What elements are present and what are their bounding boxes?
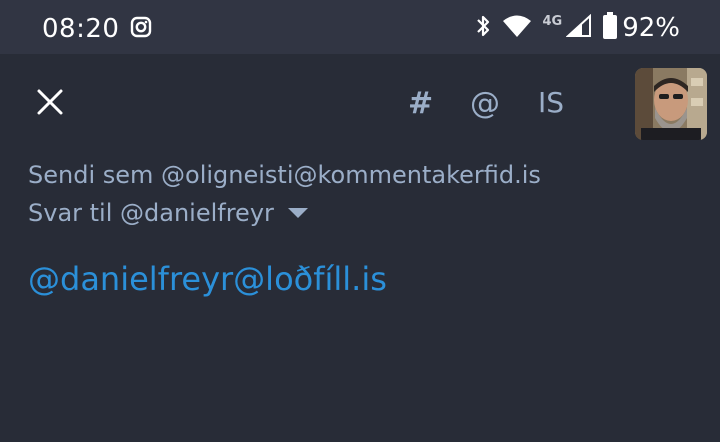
chevron-down-icon	[287, 208, 308, 218]
status-bar: 08:20 4G 92%	[0, 0, 720, 54]
instagram-icon	[130, 16, 152, 38]
status-icons: 4G 92%	[474, 12, 680, 44]
compose-toolbar: # @ IS	[0, 54, 720, 154]
sender-line: Sendi sem @oligneisti@kommentakerfid.is	[28, 161, 541, 189]
avatar[interactable]	[635, 68, 707, 140]
signal-icon	[565, 13, 592, 42]
clock: 08:20	[42, 14, 120, 44]
battery-icon	[602, 12, 618, 44]
hashtag-button[interactable]: #	[408, 86, 433, 121]
bluetooth-icon	[474, 13, 492, 43]
compose-text-area[interactable]: @danielfreyr@loðfíll.is	[28, 260, 698, 420]
wifi-icon	[502, 14, 532, 42]
language-button[interactable]: IS	[538, 86, 564, 119]
close-icon	[37, 89, 63, 115]
battery-percent: 92%	[622, 13, 680, 43]
mention-button[interactable]: @	[470, 86, 500, 121]
reply-target-dropdown[interactable]: Svar til @danielfreyr	[28, 194, 541, 232]
network-type: 4G	[542, 13, 563, 29]
close-button[interactable]	[30, 82, 70, 122]
reply-line: Svar til @danielfreyr	[28, 199, 274, 227]
compose-meta: Sendi sem @oligneisti@kommentakerfid.is …	[28, 156, 541, 232]
